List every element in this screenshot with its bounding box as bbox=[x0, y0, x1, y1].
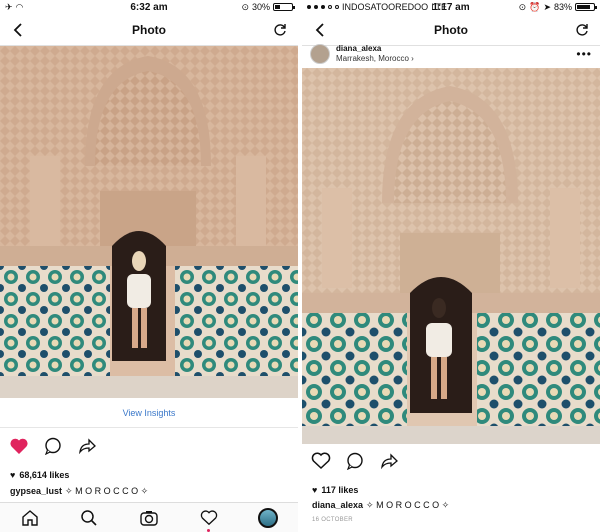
status-bar: ✈ ◠ 6:32 am ⊙ 30% bbox=[0, 0, 298, 14]
search-icon[interactable] bbox=[75, 506, 103, 530]
rotation-lock-icon: ⊙ bbox=[518, 1, 527, 12]
wifi-icon: ◠ bbox=[15, 1, 24, 12]
post-username[interactable]: diana_alexa bbox=[336, 44, 414, 54]
signal-dot bbox=[307, 5, 311, 9]
signal-dot bbox=[321, 5, 325, 9]
caption-username[interactable]: diana_alexa bbox=[312, 500, 363, 510]
signal-dot bbox=[335, 5, 339, 9]
share-icon[interactable] bbox=[378, 450, 400, 472]
caption: diana_alexa ✧ M O R O C C O ✧ bbox=[312, 500, 449, 511]
alarm-icon: ⏰ bbox=[529, 1, 541, 12]
small-heart-icon: ♥ bbox=[10, 470, 16, 480]
refresh-icon[interactable] bbox=[270, 20, 290, 40]
rotation-lock-icon: ⊙ bbox=[241, 1, 249, 12]
left-phone-screen: ✈ ◠ 6:32 am ⊙ 30% Photo View Insights ♥ … bbox=[0, 0, 298, 532]
post-photo[interactable] bbox=[302, 68, 600, 444]
caption: gypsea_lust ✧ M O R O C C O ✧ bbox=[10, 486, 148, 497]
caption-username[interactable]: gypsea_lust bbox=[10, 486, 62, 496]
activity-heart-icon[interactable] bbox=[195, 506, 223, 532]
comment-icon[interactable] bbox=[42, 435, 64, 457]
tab-bar bbox=[0, 502, 298, 532]
signal-dot bbox=[328, 5, 332, 9]
post-user-info: diana_alexa Marrakesh, Morocco › bbox=[336, 44, 414, 64]
nav-bar: Photo bbox=[0, 14, 298, 46]
page-title: Photo bbox=[132, 22, 166, 37]
page-title: Photo bbox=[434, 22, 468, 37]
share-icon[interactable] bbox=[76, 435, 98, 457]
battery-icon bbox=[273, 3, 295, 11]
post-photo[interactable] bbox=[0, 46, 298, 398]
likes-text: 68,614 likes bbox=[19, 470, 70, 480]
battery-fill bbox=[275, 5, 280, 9]
post-date: 16 OCTOBER bbox=[312, 517, 353, 523]
small-heart-icon: ♥ bbox=[312, 485, 318, 495]
right-phone-screen: INDOSATOOREDOO LTE 1:17 am ⊙ ⏰ ➤ 83% Pho… bbox=[302, 0, 600, 532]
status-bar: INDOSATOOREDOO LTE 1:17 am ⊙ ⏰ ➤ 83% bbox=[302, 0, 600, 14]
notification-dot bbox=[207, 528, 211, 532]
post-header: diana_alexa Marrakesh, Morocco › ••• bbox=[302, 40, 600, 68]
battery-icon bbox=[575, 3, 597, 11]
heart-icon[interactable] bbox=[310, 450, 332, 472]
carrier-name: INDOSATOOREDOO bbox=[342, 2, 429, 12]
battery-percent: 30% bbox=[251, 2, 270, 12]
post-location[interactable]: Marrakesh, Morocco › bbox=[336, 54, 414, 64]
camera-icon[interactable] bbox=[135, 506, 163, 530]
profile-avatar bbox=[258, 507, 279, 528]
back-chevron-icon[interactable] bbox=[8, 20, 28, 40]
home-icon[interactable] bbox=[16, 506, 44, 530]
profile-tab[interactable] bbox=[254, 506, 282, 530]
battery-fill bbox=[577, 5, 590, 9]
view-insights-link[interactable]: View Insights bbox=[0, 398, 298, 428]
signal-dot bbox=[314, 5, 318, 9]
back-chevron-icon[interactable] bbox=[310, 20, 330, 40]
airplane-icon: ✈ bbox=[5, 1, 13, 12]
likes-text: 117 likes bbox=[321, 485, 359, 495]
battery-percent: 83% bbox=[553, 2, 572, 12]
likes-count[interactable]: ♥ 68,614 likes bbox=[10, 470, 69, 480]
post-actions bbox=[0, 431, 298, 461]
caption-text: ✧ M O R O C C O ✧ bbox=[65, 486, 149, 496]
refresh-icon[interactable] bbox=[572, 20, 592, 40]
network-type: LTE bbox=[431, 2, 448, 12]
post-actions bbox=[302, 446, 600, 476]
heart-icon[interactable] bbox=[8, 435, 30, 457]
comment-icon[interactable] bbox=[344, 450, 366, 472]
caption-text: ✧ M O R O C C O ✧ bbox=[366, 500, 450, 510]
more-options-icon[interactable]: ••• bbox=[576, 47, 592, 61]
location-icon: ➤ bbox=[543, 1, 551, 12]
likes-count[interactable]: ♥ 117 likes bbox=[312, 485, 358, 495]
user-avatar[interactable] bbox=[310, 44, 330, 64]
